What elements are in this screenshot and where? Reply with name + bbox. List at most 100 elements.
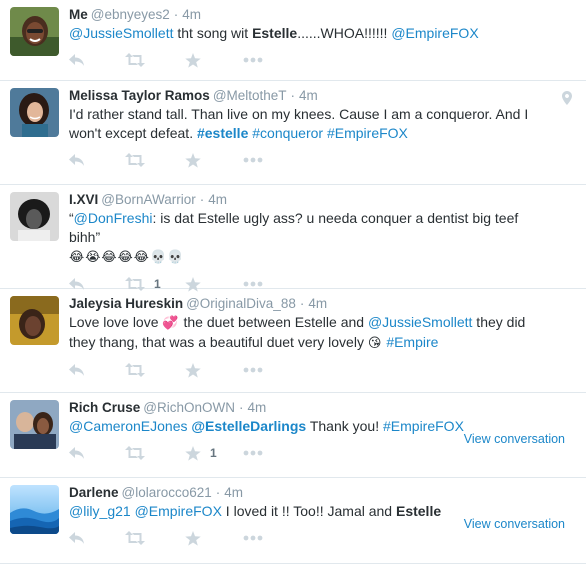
avatar[interactable]: [10, 485, 59, 534]
view-conversation-link[interactable]: View conversation: [464, 432, 565, 446]
reply-button[interactable]: [69, 444, 85, 462]
fullname[interactable]: Melissa Taylor Ramos: [69, 88, 210, 103]
favorite-button[interactable]: [185, 151, 210, 169]
view-conversation-link[interactable]: View conversation: [464, 517, 565, 531]
favorite-button[interactable]: [185, 529, 210, 547]
tweet-actions: 1 View conversation: [69, 432, 576, 470]
tweet-text-segment: tht song wit: [173, 25, 253, 41]
mention-link[interactable]: @DonFreshi: [74, 210, 153, 226]
avatar[interactable]: [10, 88, 59, 137]
timestamp[interactable]: 4m: [299, 88, 318, 103]
mention-link[interactable]: @EmpireFOX: [135, 503, 222, 519]
tweet-text-segment: I loved it !! Too!! Jamal and: [221, 503, 396, 519]
avatar[interactable]: [10, 7, 59, 56]
retweet-button[interactable]: [125, 51, 154, 69]
fullname[interactable]: Jaleysia Hureskin: [69, 296, 183, 311]
more-dots-icon: [243, 57, 263, 63]
tweet[interactable]: Melissa Taylor Ramos @MeltotheT · 4m I'd ra…: [0, 81, 586, 185]
reply-button[interactable]: [69, 529, 85, 547]
fullname[interactable]: Rich Cruse: [69, 400, 140, 415]
tweet-text-segment: Estelle: [252, 25, 298, 41]
emoji: 💞: [162, 316, 180, 331]
landscape-photo-icon: [10, 485, 59, 534]
fullname[interactable]: I.XVI: [69, 192, 98, 207]
retweet-button[interactable]: [125, 151, 154, 169]
mention-link[interactable]: @JussieSmollett: [368, 314, 472, 330]
avatar[interactable]: [10, 400, 59, 449]
tweet-header: Jaleysia Hureskin @OriginalDiva_88 · 4m: [69, 295, 576, 313]
mention-link[interactable]: @CameronEJones: [69, 418, 188, 434]
timestamp[interactable]: 4m: [248, 400, 267, 415]
mention-link[interactable]: @JussieSmollett: [69, 25, 173, 41]
timestamp[interactable]: 4m: [182, 7, 201, 22]
separator-dot: ·: [215, 485, 221, 500]
more-button[interactable]: [243, 361, 263, 379]
username[interactable]: @lolarocco621: [122, 485, 212, 500]
emoji: 😂😭😂😂😂💀💀: [69, 250, 185, 265]
username[interactable]: @MeltotheT: [213, 88, 287, 103]
tweet-header: Darlene @lolarocco621 · 4m: [69, 484, 576, 502]
username[interactable]: @BornAWarrior: [101, 192, 195, 207]
more-button[interactable]: [243, 151, 263, 169]
avatar[interactable]: [10, 296, 59, 345]
more-button[interactable]: [243, 529, 263, 547]
avatar-photo-icon: [10, 400, 59, 449]
reply-icon: [69, 154, 84, 166]
separator-dot: ·: [173, 7, 179, 22]
retweet-button[interactable]: [125, 361, 154, 379]
mention-link[interactable]: @lily_g21: [69, 503, 131, 519]
hashtag-link[interactable]: #Empire: [386, 334, 438, 350]
tweet-feed: Me @ebnyeyes2 · 4m @JussieSmollett tht song…: [0, 0, 586, 564]
tweet[interactable]: Me @ebnyeyes2 · 4m @JussieSmollett tht song…: [0, 0, 586, 81]
tweet-header: Melissa Taylor Ramos @MeltotheT · 4m: [69, 87, 576, 105]
retweet-icon: [125, 446, 145, 460]
avatar-photo-icon: [10, 296, 59, 345]
favorite-button[interactable]: 1: [185, 444, 217, 462]
hashtag-link[interactable]: #conqueror: [252, 125, 323, 141]
hashtag-link[interactable]: #EmpireFOX: [327, 125, 408, 141]
username[interactable]: @OriginalDiva_88: [186, 296, 296, 311]
tweet-header: Rich Cruse @RichOnOWN · 4m: [69, 399, 576, 417]
tweet[interactable]: Jaleysia Hureskin @OriginalDiva_88 · 4m Lov…: [0, 289, 586, 393]
star-icon: [185, 362, 201, 378]
tweet-actions: [69, 151, 576, 177]
more-button[interactable]: [243, 51, 263, 69]
timestamp[interactable]: 4m: [224, 485, 243, 500]
mention-link[interactable]: @EstelleDarlings: [191, 418, 306, 434]
mention-link[interactable]: @EmpireFOX: [391, 25, 478, 41]
tweet-text: Love love love 💞 the duet between Estell…: [69, 313, 576, 353]
avatar-photo-icon: [10, 192, 59, 241]
timestamp[interactable]: 4m: [308, 296, 327, 311]
emoji: 😘: [367, 336, 383, 351]
fullname[interactable]: Darlene: [69, 485, 119, 500]
reply-button[interactable]: [69, 51, 85, 69]
retweet-icon: [125, 363, 145, 377]
favorite-button[interactable]: [185, 361, 210, 379]
tweet-text-segment: Estelle: [395, 503, 442, 519]
avatar[interactable]: [10, 192, 59, 241]
hashtag-link[interactable]: #EmpireFOX: [383, 418, 464, 434]
reply-icon: [69, 54, 84, 66]
tweet[interactable]: I.XVI @BornAWarrior · 4m “@DonFreshi: is da…: [0, 185, 586, 292]
fullname[interactable]: Me: [69, 7, 88, 22]
separator-dot: ·: [290, 88, 296, 103]
username[interactable]: @RichOnOWN: [143, 400, 235, 415]
timestamp[interactable]: 4m: [208, 192, 227, 207]
tweet[interactable]: Darlene @lolarocco621 · 4m @lily_g21 @Empir…: [0, 478, 586, 564]
tweet-actions: [69, 361, 576, 387]
reply-button[interactable]: [69, 151, 85, 169]
tweet-text-segment: Thank you!: [306, 418, 383, 434]
favorite-button[interactable]: [185, 51, 210, 69]
retweet-button[interactable]: [125, 529, 154, 547]
tweet-text: “@DonFreshi: is dat Estelle ugly ass? u …: [69, 209, 576, 267]
hashtag-link[interactable]: #estelle: [197, 125, 248, 141]
reply-button[interactable]: [69, 361, 85, 379]
tweet-text: @JussieSmollett tht song wit Estelle....…: [69, 24, 576, 43]
tweet[interactable]: Rich Cruse @RichOnOWN · 4m @CameronEJones @…: [0, 393, 586, 478]
retweet-button[interactable]: [125, 444, 154, 462]
more-button[interactable]: [243, 444, 263, 462]
username[interactable]: @ebnyeyes2: [91, 7, 170, 22]
tweet-header: I.XVI @BornAWarrior · 4m: [69, 191, 576, 209]
more-dots-icon: [243, 450, 263, 456]
star-icon: [185, 530, 201, 546]
